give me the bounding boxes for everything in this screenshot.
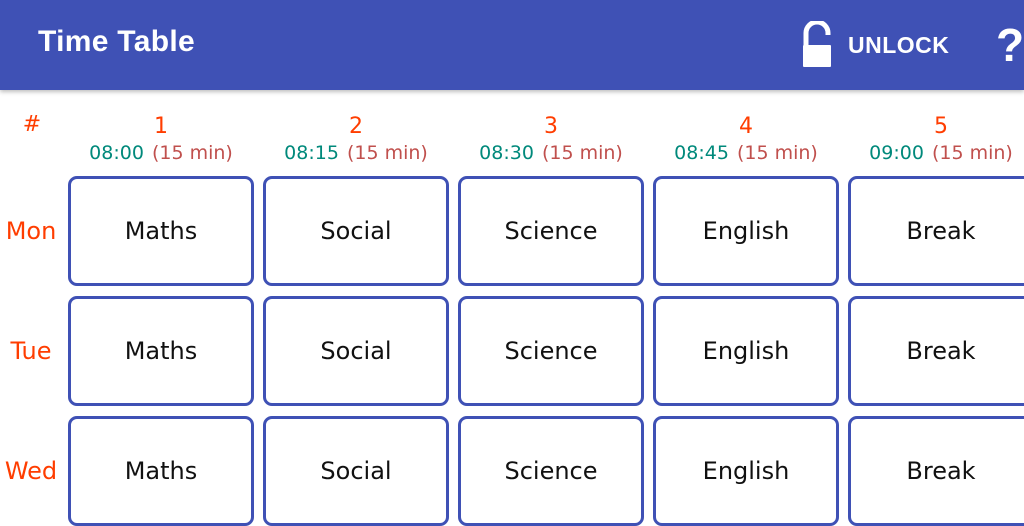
period-duration: (15 min) xyxy=(151,142,233,164)
period-time: 08:30 (15 min) xyxy=(458,140,644,166)
timetable-cell[interactable]: Science xyxy=(458,176,644,286)
timetable-cell[interactable]: Break xyxy=(848,176,1024,286)
timetable-cell[interactable]: Maths xyxy=(68,176,254,286)
day-label-tue: Tue xyxy=(10,337,52,365)
subject-label: Maths xyxy=(124,217,198,245)
timetable-cell[interactable]: Maths xyxy=(68,296,254,406)
unlock-label: UNLOCK xyxy=(848,31,950,58)
period-number: 2 xyxy=(349,114,363,139)
period-time: 08:45 (15 min) xyxy=(653,140,839,166)
timetable-cell[interactable]: Social xyxy=(263,416,449,526)
subject-label: Social xyxy=(320,337,392,365)
period-start-time: 08:30 xyxy=(479,142,534,164)
period-time: 08:15 (15 min) xyxy=(263,140,449,166)
app-bar: Time Table UNLOCK ? xyxy=(0,0,1024,90)
subject-label: Break xyxy=(906,457,976,485)
timetable-cell[interactable]: English xyxy=(653,176,839,286)
day-label-wed: Wed xyxy=(4,457,58,485)
app-title: Time Table xyxy=(38,25,195,58)
timetable-cell[interactable]: Science xyxy=(458,296,644,406)
period-header-4: 4 08:45 (15 min) xyxy=(653,114,839,166)
period-header-2: 2 08:15 (15 min) xyxy=(263,114,449,166)
timetable-cell[interactable]: Social xyxy=(263,296,449,406)
lock-open-icon xyxy=(803,21,831,67)
day-label-mon: Mon xyxy=(5,217,57,245)
period-header-3: 3 08:30 (15 min) xyxy=(458,114,644,166)
period-duration: (15 min) xyxy=(736,142,818,164)
timetable-cell[interactable]: Science xyxy=(458,416,644,526)
period-start-time: 08:00 xyxy=(89,142,144,164)
period-number: 5 xyxy=(934,114,948,139)
subject-label: English xyxy=(702,337,790,365)
period-number: 4 xyxy=(739,114,753,139)
timetable-cell[interactable]: English xyxy=(653,296,839,406)
period-duration: (15 min) xyxy=(541,142,623,164)
subject-label: Maths xyxy=(124,337,198,365)
subject-label: English xyxy=(702,457,790,485)
period-header-1: 1 08:00 (15 min) xyxy=(68,114,254,166)
timetable-cell[interactable]: Break xyxy=(848,416,1024,526)
subject-label: Break xyxy=(906,217,976,245)
period-start-time: 08:45 xyxy=(674,142,729,164)
subject-label: Maths xyxy=(124,457,198,485)
subject-label: Science xyxy=(504,337,598,365)
period-number: 3 xyxy=(544,114,558,139)
timetable-cell[interactable]: English xyxy=(653,416,839,526)
timetable-cell[interactable]: Break xyxy=(848,296,1024,406)
subject-label: English xyxy=(702,217,790,245)
help-button[interactable]: ? xyxy=(996,18,1024,72)
subject-label: Social xyxy=(320,457,392,485)
period-time: 09:00 (15 min) xyxy=(848,140,1024,166)
period-column-header: # xyxy=(22,112,42,137)
period-duration: (15 min) xyxy=(346,142,428,164)
unlock-button[interactable]: UNLOCK xyxy=(800,20,949,70)
period-header-5: 5 09:00 (15 min) xyxy=(848,114,1024,166)
subject-label: Social xyxy=(320,217,392,245)
period-start-time: 09:00 xyxy=(869,142,924,164)
timetable-cell[interactable]: Maths xyxy=(68,416,254,526)
subject-label: Break xyxy=(906,337,976,365)
period-duration: (15 min) xyxy=(931,142,1013,164)
subject-label: Science xyxy=(504,217,598,245)
period-time: 08:00 (15 min) xyxy=(68,140,254,166)
subject-label: Science xyxy=(504,457,598,485)
period-start-time: 08:15 xyxy=(284,142,339,164)
timetable-cell[interactable]: Social xyxy=(263,176,449,286)
period-number: 1 xyxy=(154,114,168,139)
